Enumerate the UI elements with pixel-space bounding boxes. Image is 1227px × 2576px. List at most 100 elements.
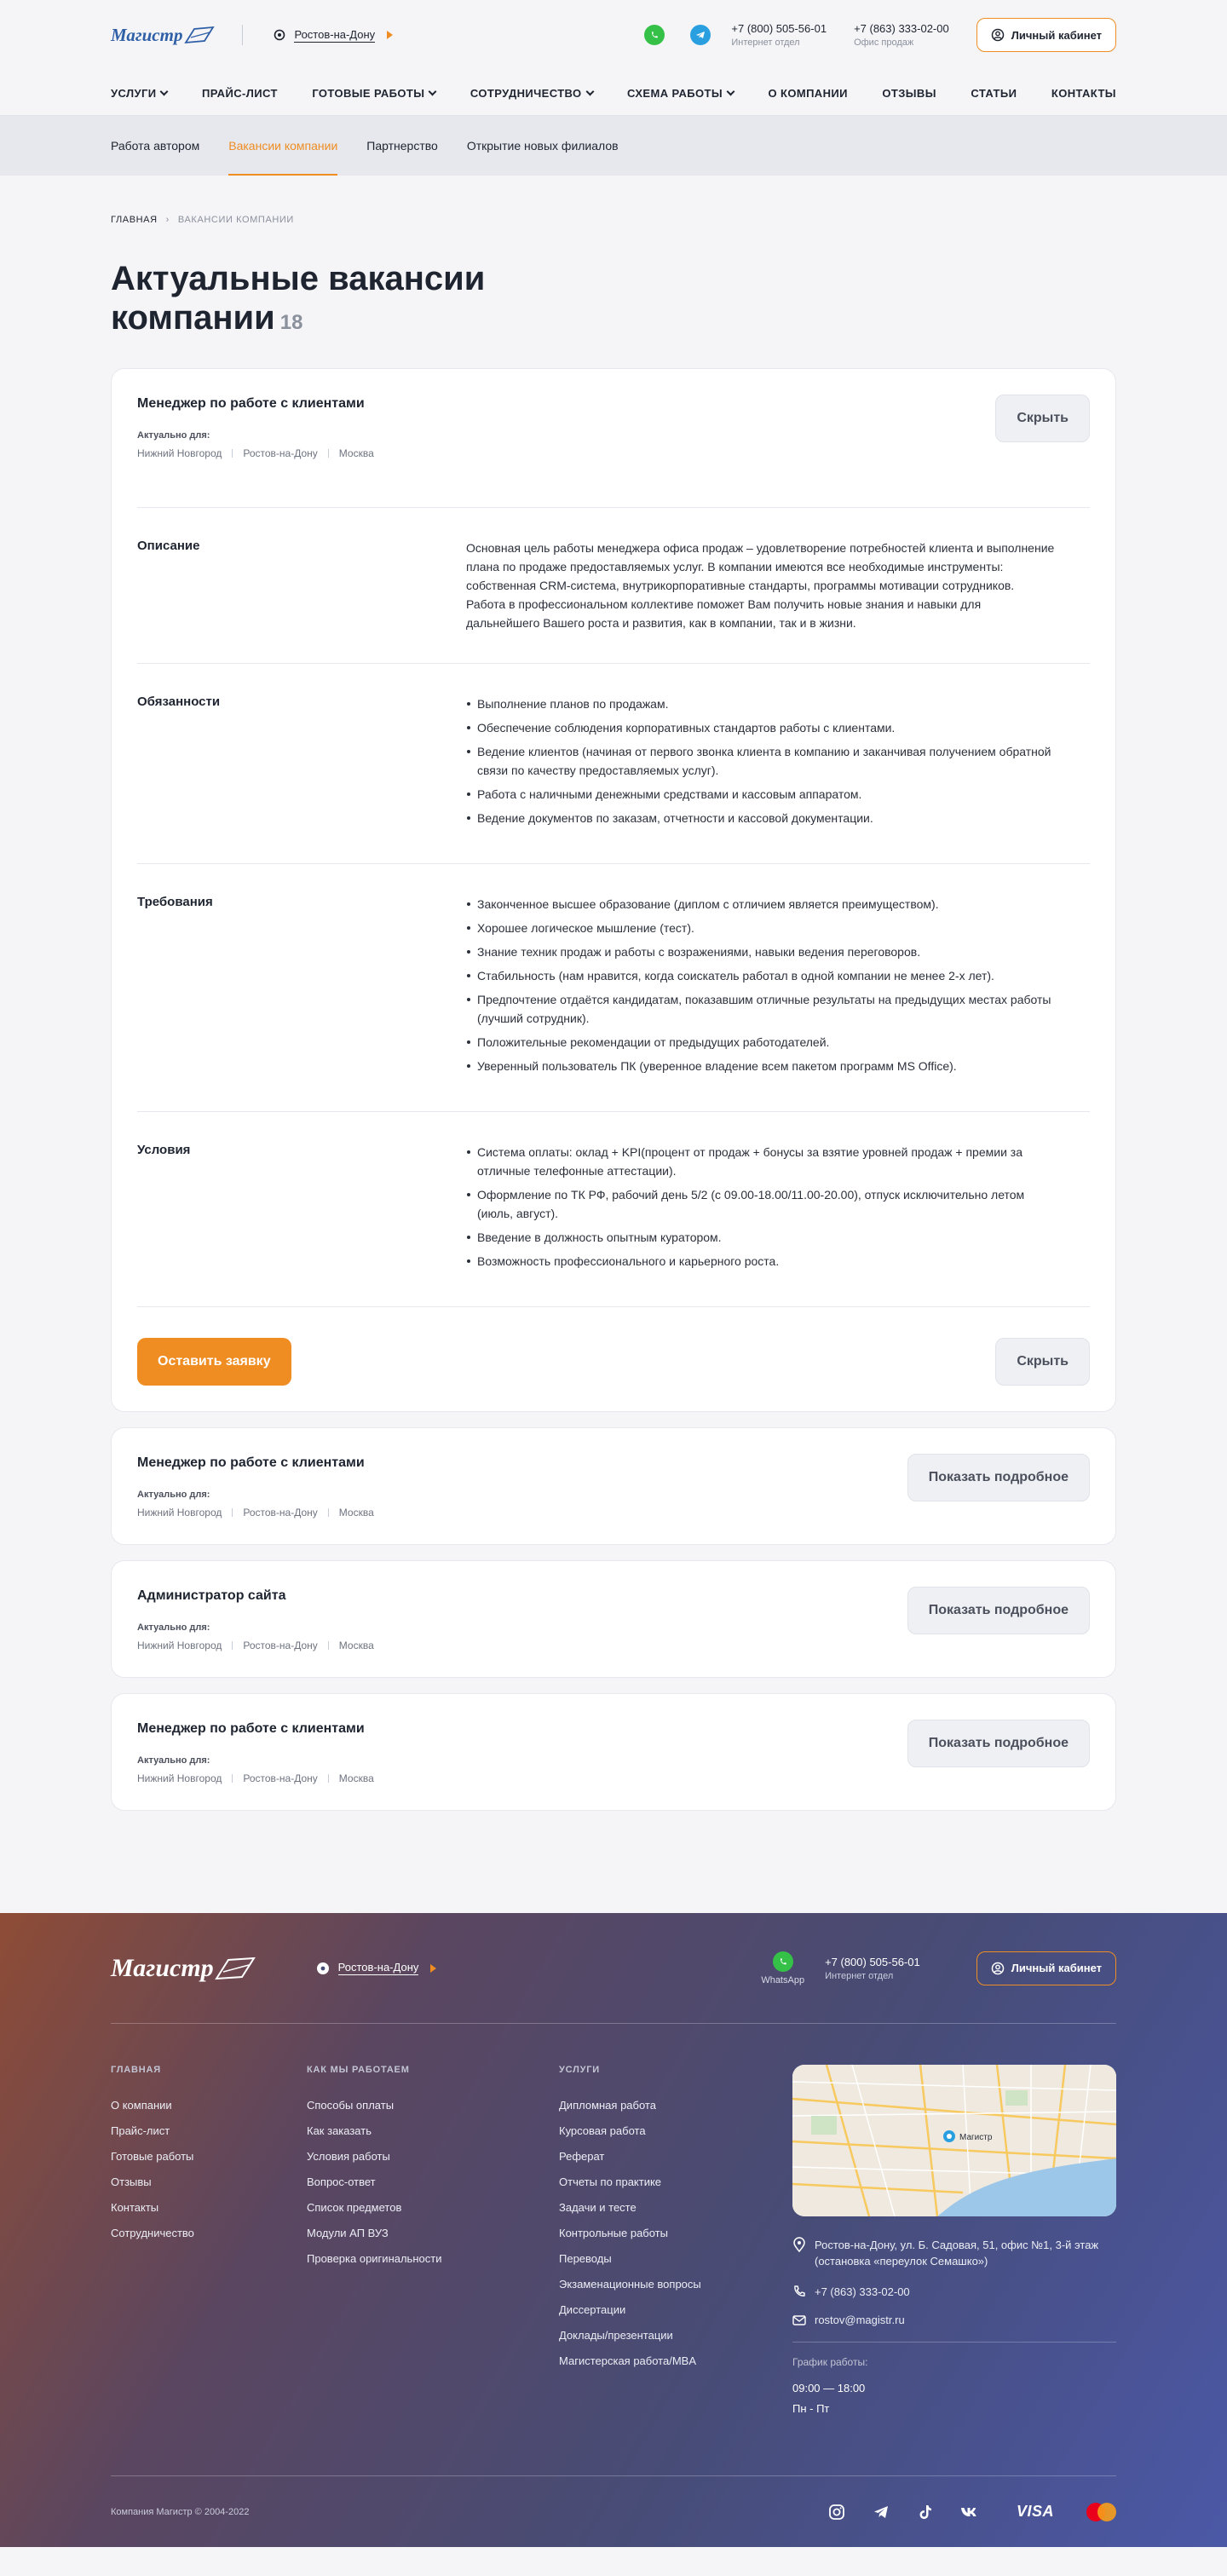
footer-logo[interactable]: Магистр [111,1954,256,1983]
footer-link[interactable]: Сотрудничество [111,2227,307,2239]
phone-caption: Офис продаж [854,37,914,48]
sub-navigation: Работа автором Вакансии компании Партнер… [0,116,1227,176]
footer-link[interactable]: Прайс-лист [111,2124,307,2137]
location-pin-icon [316,1962,329,1974]
logo[interactable]: Магистр [111,24,216,46]
chevron-down-icon [160,87,169,95]
nav-workflow[interactable]: Схема работы [627,86,735,100]
city-tag: Москва [318,1507,374,1519]
footer-city-selector[interactable]: Ростов-на-Дону [316,1961,437,1975]
nav-label: Схема работы [627,86,723,100]
requirements-section: Требования Законченное высшее образовани… [137,864,1090,1111]
cabinet-button[interactable]: Личный кабинет [976,18,1116,52]
hide-button[interactable]: Скрыть [995,395,1090,442]
nav-articles[interactable]: Статьи [971,87,1017,100]
city-tag: Ростов-на-Дону [222,447,317,459]
nav-reviews[interactable]: Отзывы [882,87,936,100]
vacancy-cities: Нижний Новгород Ростов-на-Дону Москва [137,1640,374,1651]
vk-icon[interactable] [960,2503,979,2521]
subnav-author-work[interactable]: Работа автором [111,116,199,176]
main-nav: Услуги Прайс-лист Готовые работы Сотрудн… [111,70,1116,116]
footer-link[interactable]: Магистерская работа/MBA [559,2354,792,2367]
list-item: Работа с наличными денежными средствами … [466,785,1056,804]
telegram-icon[interactable] [872,2503,890,2521]
footer-col-services: Услуги Дипломная работа Курсовая работа … [559,2065,792,2419]
map-image: Магистр [792,2065,1116,2216]
nav-cooperation[interactable]: Сотрудничество [470,87,594,100]
footer-link[interactable]: Модули АП ВУЗ [307,2227,559,2239]
list-item: Стабильность (нам нравится, когда соиска… [466,966,1056,985]
city-name: Ростов-на-Дону [294,27,376,43]
subnav-vacancies[interactable]: Вакансии компании [228,116,338,176]
divider [792,2342,1116,2343]
conditions-list: Система оплаты: оклад + KPI(процент от п… [466,1143,1090,1276]
user-icon [991,1962,1004,1974]
nav-about[interactable]: О компании [768,87,847,100]
footer-link[interactable]: Вопрос-ответ [307,2175,559,2188]
city-name: Ростов-на-Дону [337,1961,419,1975]
actual-for-label: Актуально для: [137,1622,210,1633]
city-tag: Ростов-на-Дону [222,1772,317,1784]
telegram-icon[interactable] [690,25,711,45]
tiktok-icon[interactable] [916,2503,935,2521]
phone-internet[interactable]: +7 (800) 505-56-01 Интернет отдел [731,22,827,48]
footer-link[interactable]: Переводы [559,2252,792,2265]
section-title: Условия [137,1143,191,1157]
footer-col-title: Как мы работаем [307,2065,410,2075]
apply-button[interactable]: Оставить заявку [137,1338,291,1386]
footer-link[interactable]: Контакты [111,2201,307,2214]
location-pin-icon [274,29,285,41]
vacancy-cities: Нижний Новгород Ростов-на-Дону Москва [137,447,374,459]
footer-link[interactable]: Условия работы [307,2150,559,2163]
city-selector[interactable]: Ростов-на-Дону [274,27,394,43]
footer-office-phone[interactable]: +7 (863) 333-02-00 [792,2285,1116,2298]
office-map[interactable]: Магистр [792,2065,1116,2216]
show-more-button[interactable]: Показать подробное [907,1720,1090,1767]
breadcrumb-home[interactable]: Главная [111,215,158,225]
footer-link[interactable]: Экзаменационные вопросы [559,2278,792,2291]
footer-link[interactable]: Готовые работы [111,2150,307,2163]
list-item: Хорошее логическое мышление (тест). [466,919,1056,937]
show-more-button[interactable]: Показать подробное [907,1587,1090,1634]
footer-link[interactable]: Реферат [559,2150,792,2163]
footer-link[interactable]: О компании [111,2099,307,2112]
instagram-icon[interactable] [827,2503,846,2521]
footer-link[interactable]: Проверка оригинальности [307,2252,559,2265]
footer-link[interactable]: Диссертации [559,2303,792,2316]
logo-text: Магистр [111,24,183,45]
show-more-button[interactable]: Показать подробное [907,1454,1090,1501]
description-section: Описание Основная цель работы менеджера … [137,508,1090,663]
footer-link[interactable]: Контрольные работы [559,2227,792,2239]
footer-link[interactable]: Как заказать [307,2124,559,2137]
city-tag: Нижний Новгород [137,1507,222,1519]
footer-link[interactable]: Отзывы [111,2175,307,2188]
footer-link[interactable]: Отчеты по практике [559,2175,792,2188]
nav-services[interactable]: Услуги [111,87,169,100]
site-footer: Магистр Ростов-на-Дону WhatsApp +7 (800)… [0,1913,1227,2547]
nav-label: Прайс-лист [202,86,278,100]
cabinet-label: Личный кабинет [1011,28,1102,42]
footer-bottom: Компания Магистр © 2004-2022 VISA [111,2475,1116,2547]
list-item: Введение в должность опытным куратором. [466,1228,1056,1247]
phone-office[interactable]: +7 (863) 333-02-00 Офис продаж [854,22,949,48]
footer-email[interactable]: rostov@magistr.ru [792,2314,1116,2326]
subnav-partnership[interactable]: Партнерство [366,116,438,176]
footer-phone[interactable]: +7 (800) 505-56-01 Интернет отдел [825,1956,920,1981]
footer-link[interactable]: Способы оплаты [307,2099,559,2112]
whatsapp-icon[interactable] [644,25,665,45]
nav-price[interactable]: Прайс-лист [202,87,278,100]
footer-link[interactable]: Курсовая работа [559,2124,792,2137]
footer-link[interactable]: Доклады/презентации [559,2329,792,2342]
footer-whatsapp[interactable]: WhatsApp [761,1951,804,1985]
footer-cabinet-button[interactable]: Личный кабинет [976,1951,1116,1985]
nav-ready-works[interactable]: Готовые работы [312,87,437,100]
footer-col-main: Главная О компании Прайс-лист Готовые ра… [111,2065,307,2419]
footer-link[interactable]: Задачи и тесте [559,2201,792,2214]
list-item: Возможность профессионального и карьерно… [466,1252,1056,1271]
hide-button[interactable]: Скрыть [995,1338,1090,1386]
subnav-new-branches[interactable]: Открытие новых филиалов [467,116,619,176]
nav-contacts[interactable]: Контакты [1051,87,1116,100]
footer-link[interactable]: Список предметов [307,2201,559,2214]
list-item: Ведение документов по заказам, отчетност… [466,809,1056,827]
footer-link[interactable]: Дипломная работа [559,2099,792,2112]
